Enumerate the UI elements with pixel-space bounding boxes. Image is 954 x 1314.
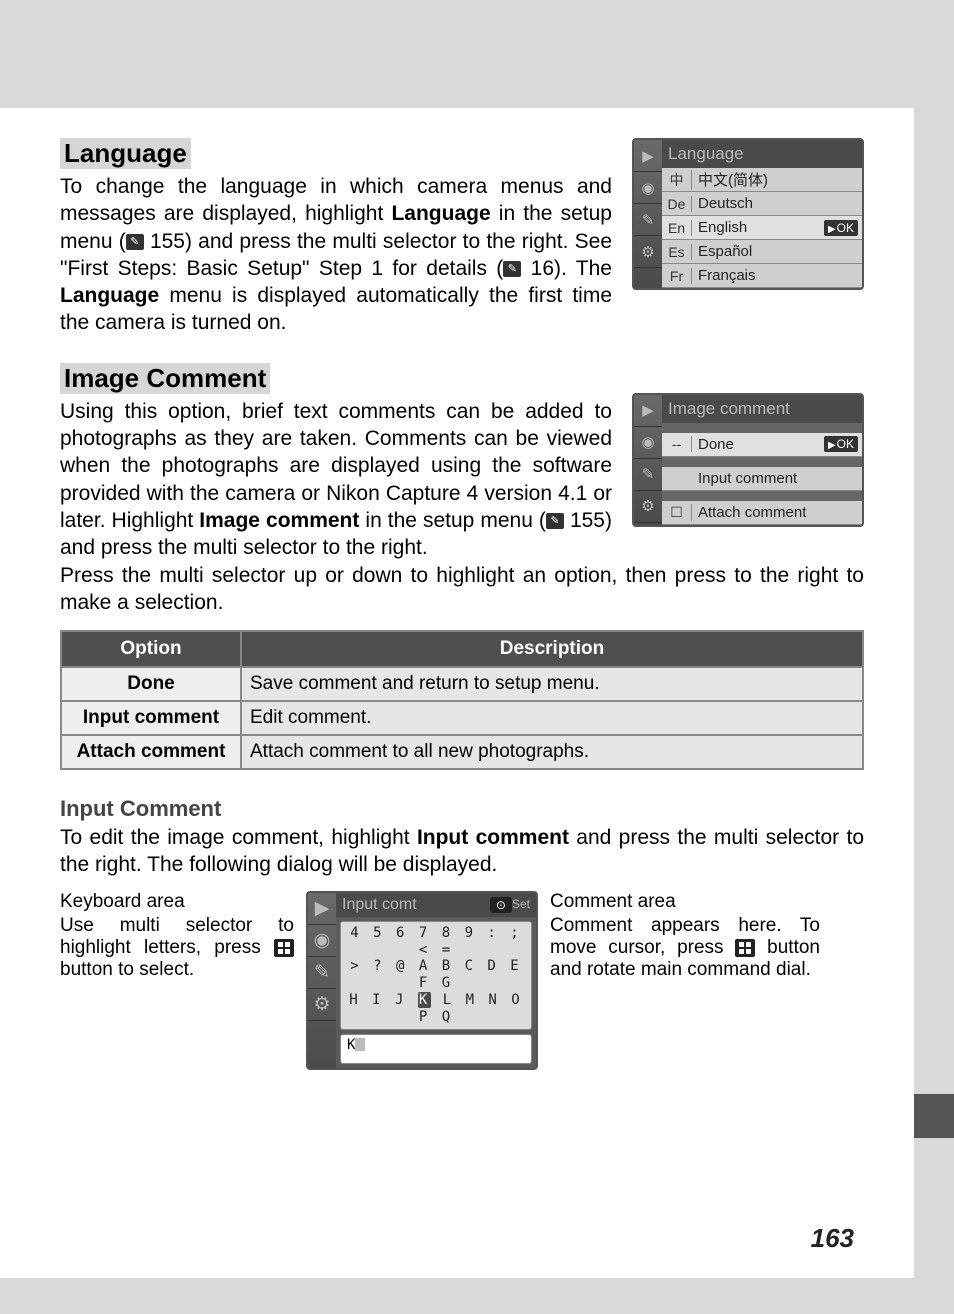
cursor-icon bbox=[355, 1038, 365, 1051]
text: in the setup menu ( bbox=[359, 509, 546, 532]
tab-pencil-icon: ✎ bbox=[634, 459, 662, 491]
page-ref: 16 bbox=[531, 257, 554, 280]
bold-term: Input comment bbox=[417, 826, 569, 849]
comment-text: K bbox=[347, 1037, 355, 1053]
thumb-index-tab bbox=[914, 1094, 954, 1138]
kb-line: H I J K L M N O P Q bbox=[347, 992, 525, 1026]
menu-row: 中中文(简体) bbox=[662, 168, 862, 192]
tab-camera-icon: ◉ bbox=[634, 427, 662, 459]
lang-code: De bbox=[662, 196, 692, 212]
caption-text: button to select. bbox=[60, 959, 194, 980]
paragraph-image-comment: Using this option, brief text comments c… bbox=[60, 398, 612, 562]
tab-camera-icon: ◉ bbox=[634, 172, 662, 204]
tab-pencil-icon: ✎ bbox=[634, 204, 662, 236]
menu-title: Image comment bbox=[662, 395, 862, 423]
thumbnail-button-icon bbox=[274, 939, 294, 957]
kb-line: 4 5 6 7 8 9 : ; < = bbox=[347, 925, 525, 959]
bold-term: Language bbox=[391, 202, 490, 225]
lang-label: English bbox=[692, 219, 824, 236]
bold-term: Language bbox=[60, 284, 159, 307]
page-content: Language To change the language in which… bbox=[0, 108, 914, 1278]
reference-icon: ✎ bbox=[503, 261, 521, 277]
table-header-option: Option bbox=[61, 631, 241, 667]
set-chip-icon: ⊙ bbox=[490, 897, 512, 913]
row-label: Input comment bbox=[692, 470, 862, 487]
table-header-description: Description bbox=[241, 631, 863, 667]
menu-row-selected: --DoneOK bbox=[662, 433, 862, 457]
bold-term: Image comment bbox=[199, 509, 359, 532]
lang-code: 中 bbox=[662, 170, 692, 190]
option-desc: Edit comment. bbox=[241, 701, 863, 735]
tab-playback-icon: ▶ bbox=[634, 395, 662, 427]
option-desc: Attach comment to all new photographs. bbox=[241, 735, 863, 769]
heading-language: Language bbox=[60, 138, 191, 169]
table-row: DoneSave comment and return to setup men… bbox=[61, 667, 863, 701]
row-code: -- bbox=[662, 436, 692, 452]
tab-setup-icon: ⚙ bbox=[634, 491, 662, 523]
keyboard-area-caption: Keyboard area Use multi selector to high… bbox=[60, 891, 294, 1070]
tab-camera-icon: ◉ bbox=[308, 925, 336, 957]
input-comment-dialog-screenshot: ▶ ◉ ✎ ⚙ Input comt ⊙Set 4 5 6 7 8 9 : ; … bbox=[306, 891, 538, 1070]
menu-row: EsEspañol bbox=[662, 240, 862, 264]
option-name: Attach comment bbox=[61, 735, 241, 769]
option-name: Done bbox=[61, 667, 241, 701]
menu-row: ☐Attach comment bbox=[662, 501, 862, 525]
page-ref: 155 bbox=[150, 230, 185, 253]
thumbnail-button-icon bbox=[735, 939, 755, 957]
comment-field: K bbox=[340, 1034, 532, 1064]
tab-pencil-icon: ✎ bbox=[308, 957, 336, 989]
table-row: Attach commentAttach comment to all new … bbox=[61, 735, 863, 769]
row-label: Done bbox=[692, 436, 824, 453]
menu-row: Input comment bbox=[662, 467, 862, 491]
language-menu-screenshot: ▶ ◉ ✎ ⚙ Language 中中文(简体) DeDeutsch EnEng… bbox=[632, 138, 864, 290]
set-label: Set bbox=[512, 897, 530, 911]
tab-playback-icon: ▶ bbox=[308, 893, 336, 925]
keyboard-grid: 4 5 6 7 8 9 : ; < = > ? @ A B C D E F G … bbox=[340, 921, 532, 1030]
image-comment-menu-screenshot: ▶ ◉ ✎ ⚙ Image comment --DoneOK Input com… bbox=[632, 393, 864, 527]
lang-label: 中文(简体) bbox=[692, 169, 862, 190]
option-desc: Save comment and return to setup menu. bbox=[241, 667, 863, 701]
options-table: Option Description DoneSave comment and … bbox=[60, 630, 864, 770]
page-ref: 155 bbox=[570, 509, 605, 532]
tab-setup-icon: ⚙ bbox=[308, 989, 336, 1021]
dialog-title: Input comt bbox=[342, 896, 417, 914]
caption-text: Use multi selector to highlight letters,… bbox=[60, 915, 294, 958]
ok-indicator: OK bbox=[824, 220, 858, 236]
text: ). The bbox=[554, 257, 612, 280]
tab-setup-icon: ⚙ bbox=[634, 236, 662, 268]
menu-title: Language bbox=[662, 140, 862, 168]
caption-heading: Keyboard area bbox=[60, 891, 294, 913]
heading-input-comment: Input Comment bbox=[60, 796, 864, 822]
menu-row-selected: EnEnglishOK bbox=[662, 216, 862, 240]
lang-label: Français bbox=[692, 267, 862, 284]
lang-code: Fr bbox=[662, 268, 692, 284]
paragraph-language: To change the language in which camera m… bbox=[60, 173, 612, 337]
paragraph-image-comment-cont: Press the multi selector up or down to h… bbox=[60, 562, 864, 617]
lang-code: En bbox=[662, 220, 692, 236]
lang-label: Español bbox=[692, 243, 862, 260]
menu-row: DeDeutsch bbox=[662, 192, 862, 216]
top-grey-bar bbox=[0, 0, 954, 108]
kb-line: > ? @ A B C D E F G bbox=[347, 958, 525, 992]
menu-row: FrFrançais bbox=[662, 264, 862, 288]
lang-code: Es bbox=[662, 244, 692, 260]
reference-icon: ✎ bbox=[546, 513, 564, 529]
row-code: ☐ bbox=[662, 504, 692, 521]
table-row: Input commentEdit comment. bbox=[61, 701, 863, 735]
caption-heading: Comment area bbox=[550, 891, 820, 913]
row-label: Attach comment bbox=[692, 504, 862, 521]
tab-playback-icon: ▶ bbox=[634, 140, 662, 172]
paragraph-input-comment: To edit the image comment, highlight Inp… bbox=[60, 824, 864, 879]
comment-area-caption: Comment area Comment appears here. To mo… bbox=[550, 891, 820, 1070]
text: To edit the image comment, highlight bbox=[60, 826, 417, 849]
lang-label: Deutsch bbox=[692, 195, 862, 212]
heading-image-comment: Image Comment bbox=[60, 363, 270, 394]
option-name: Input comment bbox=[61, 701, 241, 735]
page-number: 163 bbox=[811, 1223, 854, 1254]
ok-indicator: OK bbox=[824, 436, 858, 452]
reference-icon: ✎ bbox=[126, 234, 144, 250]
highlighted-letter: K bbox=[418, 992, 431, 1008]
